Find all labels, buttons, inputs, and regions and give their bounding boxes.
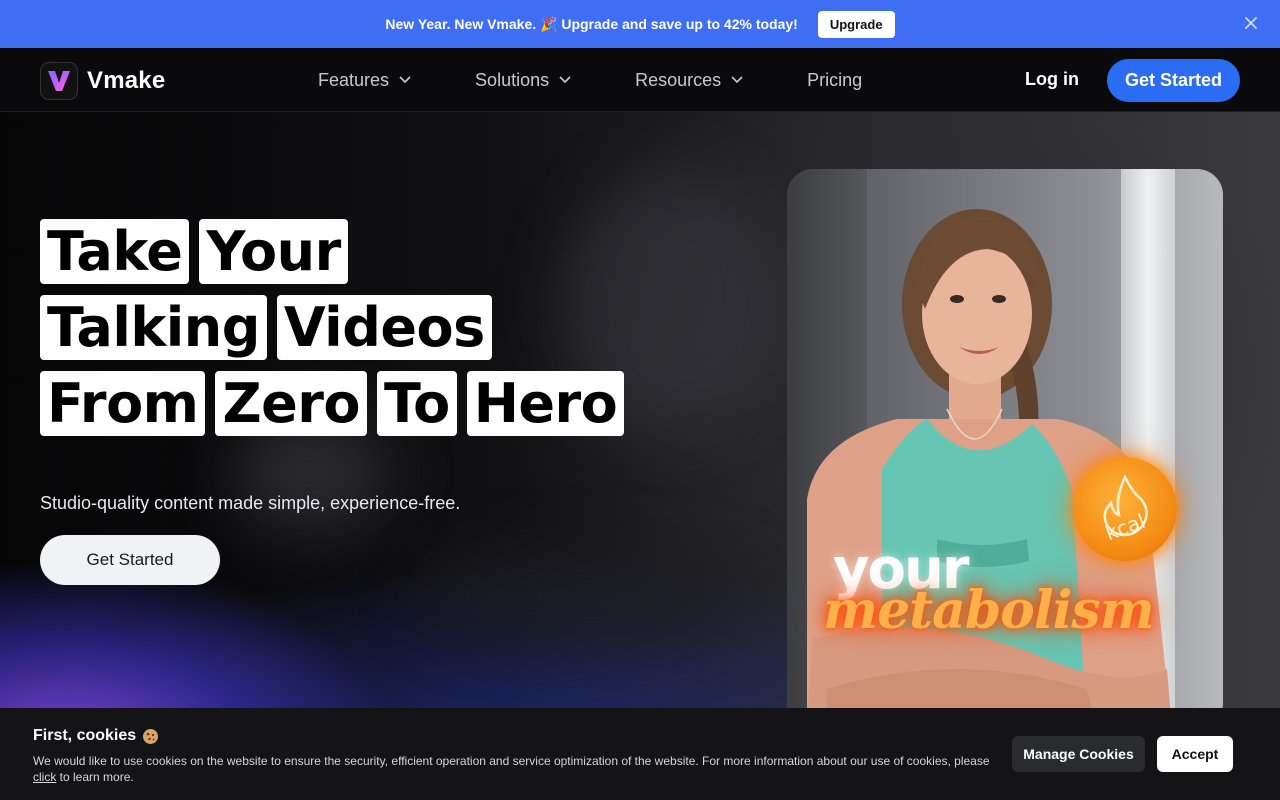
- manage-cookies-button[interactable]: Manage Cookies: [1012, 736, 1145, 772]
- vmake-logo-icon: [40, 62, 78, 100]
- background-blur: [420, 552, 760, 642]
- nav-item-solutions[interactable]: Solutions: [475, 70, 571, 91]
- cookie-title: First, cookies: [33, 727, 159, 745]
- cookie-title-text: First, cookies: [33, 727, 137, 744]
- promo-bar: New Year. New Vmake. 🎉 Upgrade and save …: [0, 0, 1280, 48]
- chevron-down-icon: [731, 76, 743, 84]
- headline-word: From: [40, 371, 206, 436]
- nav-item-features[interactable]: Features: [318, 70, 411, 91]
- close-icon[interactable]: [1240, 12, 1262, 34]
- chevron-down-icon: [559, 76, 571, 84]
- headline-word: Hero: [466, 371, 625, 436]
- cookie-text-part: We would like to use cookies on the webs…: [33, 754, 990, 768]
- hero-subtitle: Studio-quality content made simple, expe…: [40, 493, 461, 513]
- hero-headline: Take Your Talking Videos From Zero To He…: [40, 219, 634, 447]
- headline-word: Zero: [215, 371, 367, 436]
- nav-item-label: Resources: [635, 69, 722, 90]
- nav-links: Features Solutions Resources Pricing: [318, 48, 926, 112]
- cookie-description: We would like to use cookies on the webs…: [33, 753, 1013, 785]
- get-started-button-nav[interactable]: Get Started: [1107, 59, 1240, 102]
- cookie-learn-more-link[interactable]: click: [33, 770, 56, 784]
- get-started-button-hero[interactable]: Get Started: [40, 535, 220, 585]
- brand-logo[interactable]: Vmake: [40, 62, 165, 100]
- headline-word: Take: [40, 219, 190, 284]
- cookie-text-part: to learn more.: [56, 770, 134, 784]
- headline-word: To: [376, 371, 457, 436]
- headline-word: Your: [199, 219, 348, 284]
- headline-row: Take Your: [40, 219, 634, 284]
- headline-word: Talking: [40, 295, 267, 360]
- brand-name: Vmake: [87, 67, 166, 94]
- nav-item-resources[interactable]: Resources: [635, 70, 743, 91]
- nav-item-pricing[interactable]: Pricing: [807, 70, 862, 91]
- accept-cookies-button[interactable]: Accept: [1157, 736, 1233, 772]
- nav-item-label: Solutions: [475, 69, 550, 90]
- cookie-icon: [142, 728, 159, 745]
- login-link[interactable]: Log in: [1025, 69, 1079, 90]
- cookie-banner: First, cookies We would like to use cook…: [0, 708, 1280, 800]
- upgrade-button[interactable]: Upgrade: [817, 10, 895, 38]
- headline-row: Talking Videos: [40, 295, 634, 360]
- kcal-badge: kcal: [1073, 457, 1177, 561]
- video-caption-metabolism: metabolism: [823, 580, 1155, 641]
- promo-text: New Year. New Vmake. 🎉 Upgrade and save …: [385, 15, 798, 32]
- nav-item-label: Pricing: [807, 69, 863, 90]
- chevron-down-icon: [399, 76, 411, 84]
- nav-item-label: Features: [318, 69, 390, 90]
- top-navigation: Vmake Features Solutions Resources Prici…: [0, 48, 1280, 112]
- hero-section: Take Your Talking Videos From Zero To He…: [0, 112, 1280, 708]
- headline-row: From Zero To Hero: [40, 371, 634, 436]
- headline-word: Videos: [276, 295, 492, 360]
- demo-video-card[interactable]: your metabolism kcal: [787, 169, 1223, 708]
